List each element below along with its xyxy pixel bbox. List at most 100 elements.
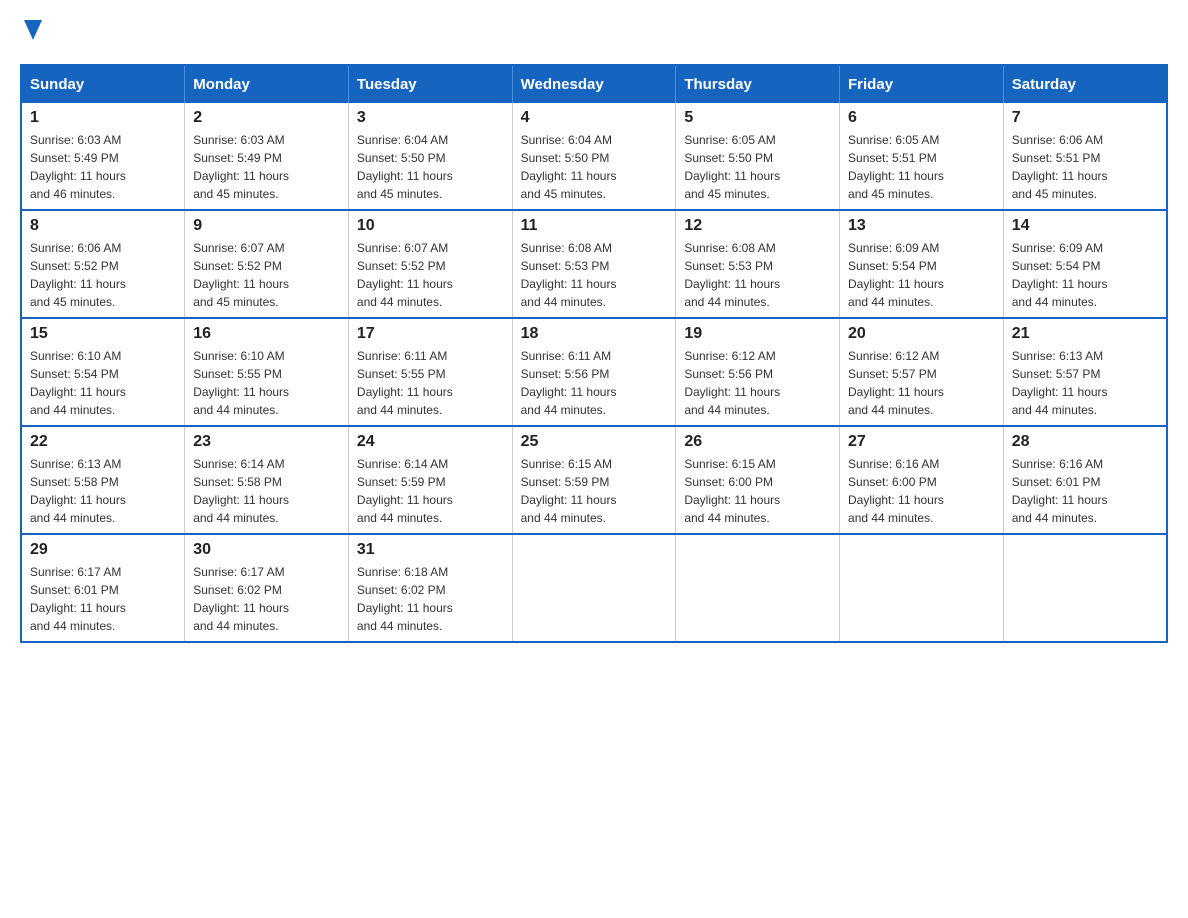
week-row-1: 1 Sunrise: 6:03 AM Sunset: 5:49 PM Dayli… — [21, 103, 1167, 210]
day-number: 12 — [684, 217, 831, 235]
day-cell-15: 15 Sunrise: 6:10 AM Sunset: 5:54 PM Dayl… — [21, 318, 185, 426]
day-cell-12: 12 Sunrise: 6:08 AM Sunset: 5:53 PM Dayl… — [676, 210, 840, 318]
day-number: 8 — [30, 217, 176, 235]
day-number: 29 — [30, 541, 176, 559]
day-info: Sunrise: 6:07 AM Sunset: 5:52 PM Dayligh… — [357, 239, 504, 311]
day-number: 18 — [521, 325, 668, 343]
day-cell-6: 6 Sunrise: 6:05 AM Sunset: 5:51 PM Dayli… — [840, 103, 1004, 210]
day-info: Sunrise: 6:15 AM Sunset: 5:59 PM Dayligh… — [521, 455, 668, 527]
day-cell-8: 8 Sunrise: 6:06 AM Sunset: 5:52 PM Dayli… — [21, 210, 185, 318]
day-cell-2: 2 Sunrise: 6:03 AM Sunset: 5:49 PM Dayli… — [185, 103, 349, 210]
day-number: 13 — [848, 217, 995, 235]
day-info: Sunrise: 6:10 AM Sunset: 5:55 PM Dayligh… — [193, 347, 340, 419]
day-number: 2 — [193, 109, 340, 127]
day-cell-31: 31 Sunrise: 6:18 AM Sunset: 6:02 PM Dayl… — [348, 534, 512, 642]
day-cell-9: 9 Sunrise: 6:07 AM Sunset: 5:52 PM Dayli… — [185, 210, 349, 318]
day-info: Sunrise: 6:12 AM Sunset: 5:57 PM Dayligh… — [848, 347, 995, 419]
day-info: Sunrise: 6:04 AM Sunset: 5:50 PM Dayligh… — [521, 131, 668, 203]
day-number: 6 — [848, 109, 995, 127]
day-cell-26: 26 Sunrise: 6:15 AM Sunset: 6:00 PM Dayl… — [676, 426, 840, 534]
day-info: Sunrise: 6:03 AM Sunset: 5:49 PM Dayligh… — [30, 131, 176, 203]
day-info: Sunrise: 6:08 AM Sunset: 5:53 PM Dayligh… — [521, 239, 668, 311]
day-cell-29: 29 Sunrise: 6:17 AM Sunset: 6:01 PM Dayl… — [21, 534, 185, 642]
day-cell-18: 18 Sunrise: 6:11 AM Sunset: 5:56 PM Dayl… — [512, 318, 676, 426]
day-number: 3 — [357, 109, 504, 127]
logo — [20, 20, 42, 44]
day-info: Sunrise: 6:11 AM Sunset: 5:56 PM Dayligh… — [521, 347, 668, 419]
day-number: 21 — [1012, 325, 1158, 343]
day-info: Sunrise: 6:14 AM Sunset: 5:58 PM Dayligh… — [193, 455, 340, 527]
day-info: Sunrise: 6:10 AM Sunset: 5:54 PM Dayligh… — [30, 347, 176, 419]
column-header-tuesday: Tuesday — [348, 65, 512, 103]
week-row-3: 15 Sunrise: 6:10 AM Sunset: 5:54 PM Dayl… — [21, 318, 1167, 426]
day-cell-3: 3 Sunrise: 6:04 AM Sunset: 5:50 PM Dayli… — [348, 103, 512, 210]
week-row-2: 8 Sunrise: 6:06 AM Sunset: 5:52 PM Dayli… — [21, 210, 1167, 318]
day-cell-14: 14 Sunrise: 6:09 AM Sunset: 5:54 PM Dayl… — [1003, 210, 1167, 318]
day-cell-7: 7 Sunrise: 6:06 AM Sunset: 5:51 PM Dayli… — [1003, 103, 1167, 210]
day-cell-20: 20 Sunrise: 6:12 AM Sunset: 5:57 PM Dayl… — [840, 318, 1004, 426]
day-number: 30 — [193, 541, 340, 559]
day-number: 7 — [1012, 109, 1158, 127]
empty-cell — [1003, 534, 1167, 642]
day-number: 16 — [193, 325, 340, 343]
day-cell-21: 21 Sunrise: 6:13 AM Sunset: 5:57 PM Dayl… — [1003, 318, 1167, 426]
column-header-monday: Monday — [185, 65, 349, 103]
day-info: Sunrise: 6:14 AM Sunset: 5:59 PM Dayligh… — [357, 455, 504, 527]
day-info: Sunrise: 6:15 AM Sunset: 6:00 PM Dayligh… — [684, 455, 831, 527]
day-info: Sunrise: 6:16 AM Sunset: 6:00 PM Dayligh… — [848, 455, 995, 527]
day-info: Sunrise: 6:12 AM Sunset: 5:56 PM Dayligh… — [684, 347, 831, 419]
day-cell-10: 10 Sunrise: 6:07 AM Sunset: 5:52 PM Dayl… — [348, 210, 512, 318]
day-info: Sunrise: 6:17 AM Sunset: 6:01 PM Dayligh… — [30, 563, 176, 635]
day-cell-22: 22 Sunrise: 6:13 AM Sunset: 5:58 PM Dayl… — [21, 426, 185, 534]
day-info: Sunrise: 6:17 AM Sunset: 6:02 PM Dayligh… — [193, 563, 340, 635]
day-info: Sunrise: 6:06 AM Sunset: 5:52 PM Dayligh… — [30, 239, 176, 311]
day-info: Sunrise: 6:18 AM Sunset: 6:02 PM Dayligh… — [357, 563, 504, 635]
day-cell-1: 1 Sunrise: 6:03 AM Sunset: 5:49 PM Dayli… — [21, 103, 185, 210]
day-number: 9 — [193, 217, 340, 235]
day-number: 20 — [848, 325, 995, 343]
day-cell-19: 19 Sunrise: 6:12 AM Sunset: 5:56 PM Dayl… — [676, 318, 840, 426]
day-cell-24: 24 Sunrise: 6:14 AM Sunset: 5:59 PM Dayl… — [348, 426, 512, 534]
empty-cell — [840, 534, 1004, 642]
empty-cell — [512, 534, 676, 642]
day-number: 23 — [193, 433, 340, 451]
day-info: Sunrise: 6:03 AM Sunset: 5:49 PM Dayligh… — [193, 131, 340, 203]
day-number: 27 — [848, 433, 995, 451]
day-cell-5: 5 Sunrise: 6:05 AM Sunset: 5:50 PM Dayli… — [676, 103, 840, 210]
day-number: 4 — [521, 109, 668, 127]
day-number: 5 — [684, 109, 831, 127]
day-number: 10 — [357, 217, 504, 235]
day-cell-27: 27 Sunrise: 6:16 AM Sunset: 6:00 PM Dayl… — [840, 426, 1004, 534]
day-info: Sunrise: 6:05 AM Sunset: 5:51 PM Dayligh… — [848, 131, 995, 203]
day-info: Sunrise: 6:08 AM Sunset: 5:53 PM Dayligh… — [684, 239, 831, 311]
column-header-thursday: Thursday — [676, 65, 840, 103]
day-cell-28: 28 Sunrise: 6:16 AM Sunset: 6:01 PM Dayl… — [1003, 426, 1167, 534]
day-cell-17: 17 Sunrise: 6:11 AM Sunset: 5:55 PM Dayl… — [348, 318, 512, 426]
day-cell-16: 16 Sunrise: 6:10 AM Sunset: 5:55 PM Dayl… — [185, 318, 349, 426]
week-row-5: 29 Sunrise: 6:17 AM Sunset: 6:01 PM Dayl… — [21, 534, 1167, 642]
day-info: Sunrise: 6:13 AM Sunset: 5:58 PM Dayligh… — [30, 455, 176, 527]
logo-arrow-icon — [24, 20, 42, 44]
day-number: 28 — [1012, 433, 1158, 451]
day-cell-11: 11 Sunrise: 6:08 AM Sunset: 5:53 PM Dayl… — [512, 210, 676, 318]
day-info: Sunrise: 6:05 AM Sunset: 5:50 PM Dayligh… — [684, 131, 831, 203]
calendar-table: SundayMondayTuesdayWednesdayThursdayFrid… — [20, 64, 1168, 643]
week-row-4: 22 Sunrise: 6:13 AM Sunset: 5:58 PM Dayl… — [21, 426, 1167, 534]
day-info: Sunrise: 6:06 AM Sunset: 5:51 PM Dayligh… — [1012, 131, 1158, 203]
day-number: 1 — [30, 109, 176, 127]
column-header-sunday: Sunday — [21, 65, 185, 103]
day-cell-4: 4 Sunrise: 6:04 AM Sunset: 5:50 PM Dayli… — [512, 103, 676, 210]
day-info: Sunrise: 6:13 AM Sunset: 5:57 PM Dayligh… — [1012, 347, 1158, 419]
day-info: Sunrise: 6:07 AM Sunset: 5:52 PM Dayligh… — [193, 239, 340, 311]
day-info: Sunrise: 6:09 AM Sunset: 5:54 PM Dayligh… — [1012, 239, 1158, 311]
empty-cell — [676, 534, 840, 642]
day-number: 17 — [357, 325, 504, 343]
day-number: 11 — [521, 217, 668, 235]
day-number: 31 — [357, 541, 504, 559]
day-number: 14 — [1012, 217, 1158, 235]
day-number: 15 — [30, 325, 176, 343]
day-number: 26 — [684, 433, 831, 451]
day-number: 24 — [357, 433, 504, 451]
page-header — [20, 20, 1168, 44]
day-cell-30: 30 Sunrise: 6:17 AM Sunset: 6:02 PM Dayl… — [185, 534, 349, 642]
